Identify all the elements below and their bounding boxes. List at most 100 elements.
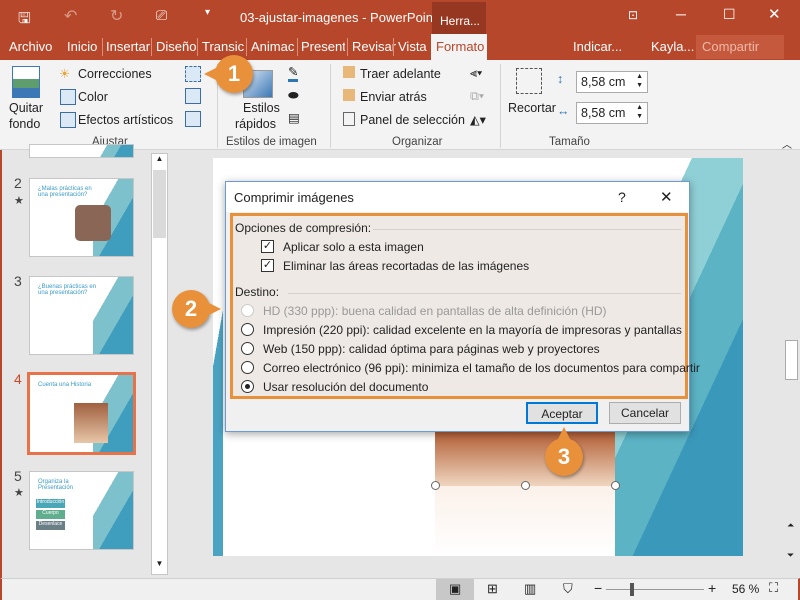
picture-layout-icon[interactable]: ▤ xyxy=(288,110,300,125)
delete-cropped-checkbox[interactable]: ✓ xyxy=(261,259,274,272)
radio-document-resolution[interactable] xyxy=(241,380,254,393)
slide-thumbnail-5[interactable]: Organiza la Presentación Introducción Cu… xyxy=(29,471,134,550)
maximize-icon[interactable]: ☐ xyxy=(723,6,736,23)
tab-revisar[interactable]: Revisar xyxy=(352,39,396,54)
tell-me-box[interactable]: Indicar... xyxy=(573,39,622,54)
zoom-level[interactable]: 56 % xyxy=(732,582,759,596)
save-icon[interactable]: 🖫 xyxy=(18,8,31,33)
zoom-slider[interactable] xyxy=(606,589,704,590)
color-icon xyxy=(60,89,76,105)
ok-button[interactable]: Aceptar xyxy=(526,402,598,424)
rotate-icon[interactable]: ◭▾ xyxy=(470,112,486,127)
smartart-item: Desenlace xyxy=(36,521,65,530)
slide-thumbnail-3[interactable]: ¿Buenas prácticas en una presentación? xyxy=(29,276,134,355)
tab-insertar[interactable]: Insertar xyxy=(106,39,150,54)
tab-transiciones[interactable]: Transici xyxy=(202,39,244,54)
apply-only-checkbox[interactable]: ✓ xyxy=(261,240,274,253)
delete-cropped-label[interactable]: Eliminar las áreas recortadas de las imá… xyxy=(283,259,529,273)
scroll-down-icon[interactable]: ▼ xyxy=(152,559,167,574)
thumbnails-scrollbar[interactable]: ▲ ▼ xyxy=(151,153,168,575)
width-value: 8,58 cm xyxy=(581,106,626,120)
radio-email[interactable] xyxy=(241,361,254,374)
tab-presentacion[interactable]: Presenti xyxy=(301,39,345,54)
slide-title: ¿Malas prácticas en una presentación? xyxy=(38,186,92,198)
picture-border-icon[interactable]: ✎ xyxy=(288,64,299,82)
fit-to-window-icon[interactable]: ⛶ xyxy=(769,580,778,596)
slide-title: ¿Buenas prácticas en una presentación? xyxy=(38,284,97,296)
previous-slide-icon[interactable]: ⏶ xyxy=(787,520,794,531)
resize-handle[interactable] xyxy=(431,481,440,490)
apply-only-label[interactable]: Aplicar solo a esta imagen xyxy=(283,240,424,254)
ribbon-tabs: Archivo Inicio Insertar Diseño Transici … xyxy=(0,34,800,60)
bring-forward-button[interactable]: Traer adelante xyxy=(360,67,441,81)
redo-icon[interactable]: ↻ xyxy=(110,6,123,26)
remove-background-button[interactable]: Quitar xyxy=(9,101,43,115)
reading-view-icon[interactable]: ▥ xyxy=(524,581,536,597)
radio-hd xyxy=(241,304,254,317)
quick-styles-button[interactable]: Estilos xyxy=(243,101,280,115)
selection-pane-button[interactable]: Panel de selección xyxy=(360,113,465,127)
tab-animaciones[interactable]: Animac xyxy=(251,39,295,54)
present-icon[interactable]: ⎚ xyxy=(156,7,167,24)
animation-star-icon: ★ xyxy=(14,487,24,499)
zoom-out-icon[interactable]: − xyxy=(594,580,602,596)
resize-handle[interactable] xyxy=(521,481,530,490)
radio-document-resolution-label[interactable]: Usar resolución del documento xyxy=(263,380,428,394)
tab-vista[interactable]: Vista xyxy=(398,39,427,54)
share-button[interactable]: Compartir xyxy=(696,35,784,59)
scroll-up-icon[interactable]: ▲ xyxy=(152,154,167,169)
corrections-button[interactable]: Correcciones xyxy=(78,67,152,81)
send-backward-button[interactable]: Enviar atrás xyxy=(360,90,427,104)
remove-background-icon[interactable] xyxy=(12,66,40,98)
next-slide-icon[interactable]: ⏷ xyxy=(787,550,794,561)
zoom-slider-thumb[interactable] xyxy=(630,583,634,596)
normal-view-icon[interactable]: ▣ xyxy=(436,579,474,600)
radio-print[interactable] xyxy=(241,323,254,336)
width-input[interactable]: 8,58 cm ▲ ▼ xyxy=(576,102,648,124)
cancel-button[interactable]: Cancelar xyxy=(609,402,681,424)
scroll-thumb[interactable] xyxy=(153,170,166,238)
slide-number: 5 xyxy=(14,468,22,484)
change-picture-icon[interactable] xyxy=(185,88,201,104)
tab-inicio[interactable]: Inicio xyxy=(67,39,97,54)
slideshow-icon[interactable]: ⛉ xyxy=(563,581,573,597)
tab-archivo[interactable]: Archivo xyxy=(9,39,52,54)
minimize-icon[interactable]: ─ xyxy=(676,6,686,22)
crop-button[interactable]: Recortar xyxy=(508,101,556,115)
share-label: Compartir xyxy=(702,39,760,54)
align-icon[interactable]: ⫷▾ xyxy=(470,66,482,81)
group-organizar: Organizar xyxy=(392,136,443,148)
resize-handle[interactable] xyxy=(611,481,620,490)
tab-diseno[interactable]: Diseño xyxy=(156,39,196,54)
radio-email-label[interactable]: Correo electrónico (96 ppi): minimiza el… xyxy=(263,361,700,375)
selected-picture[interactable] xyxy=(435,430,615,486)
radio-web[interactable] xyxy=(241,342,254,355)
customize-icon[interactable]: ▾ xyxy=(205,7,210,18)
user-name[interactable]: Kayla... xyxy=(651,39,694,54)
slide-sorter-icon[interactable]: ⊞ xyxy=(487,581,498,597)
radio-web-label[interactable]: Web (150 ppp): calidad óptima para págin… xyxy=(263,342,600,356)
radio-hd-label: HD (330 ppp): buena calidad en pantallas… xyxy=(263,304,607,318)
collapse-ribbon-icon[interactable]: ︿ xyxy=(782,136,792,151)
height-input[interactable]: 8,58 cm ▲ ▼ xyxy=(576,71,648,93)
ribbon-display-icon[interactable]: ⊡ xyxy=(628,8,638,22)
tab-formato[interactable]: Formato xyxy=(431,34,487,60)
color-button[interactable]: Color xyxy=(78,90,108,104)
reset-picture-icon[interactable] xyxy=(185,111,201,127)
slide-thumbnail-1[interactable] xyxy=(29,144,134,158)
undo-icon[interactable]: ↶ xyxy=(64,6,77,26)
slide-thumbnail-2[interactable]: ¿Malas prácticas en una presentación? xyxy=(29,178,134,257)
bring-forward-icon xyxy=(343,66,355,78)
editor-scrollbar[interactable]: ⏶ ⏷ xyxy=(783,158,800,578)
radio-print-label[interactable]: Impresión (220 ppi): calidad excelente e… xyxy=(263,323,682,337)
picture-effects-icon[interactable]: ⬬ xyxy=(288,88,299,103)
slide-thumbnail-4[interactable]: Cuenta una Historia xyxy=(27,372,136,455)
close-dialog-button[interactable]: ✕ xyxy=(660,188,673,206)
zoom-in-icon[interactable]: + xyxy=(708,580,716,596)
corrections-icon: ☀ xyxy=(59,67,71,81)
editor-scroll-thumb[interactable] xyxy=(785,340,798,380)
artistic-effects-button[interactable]: Efectos artísticos xyxy=(78,113,173,127)
help-button[interactable]: ? xyxy=(618,189,626,205)
compress-pictures-icon[interactable] xyxy=(185,66,201,82)
close-icon[interactable]: ✕ xyxy=(768,5,781,23)
